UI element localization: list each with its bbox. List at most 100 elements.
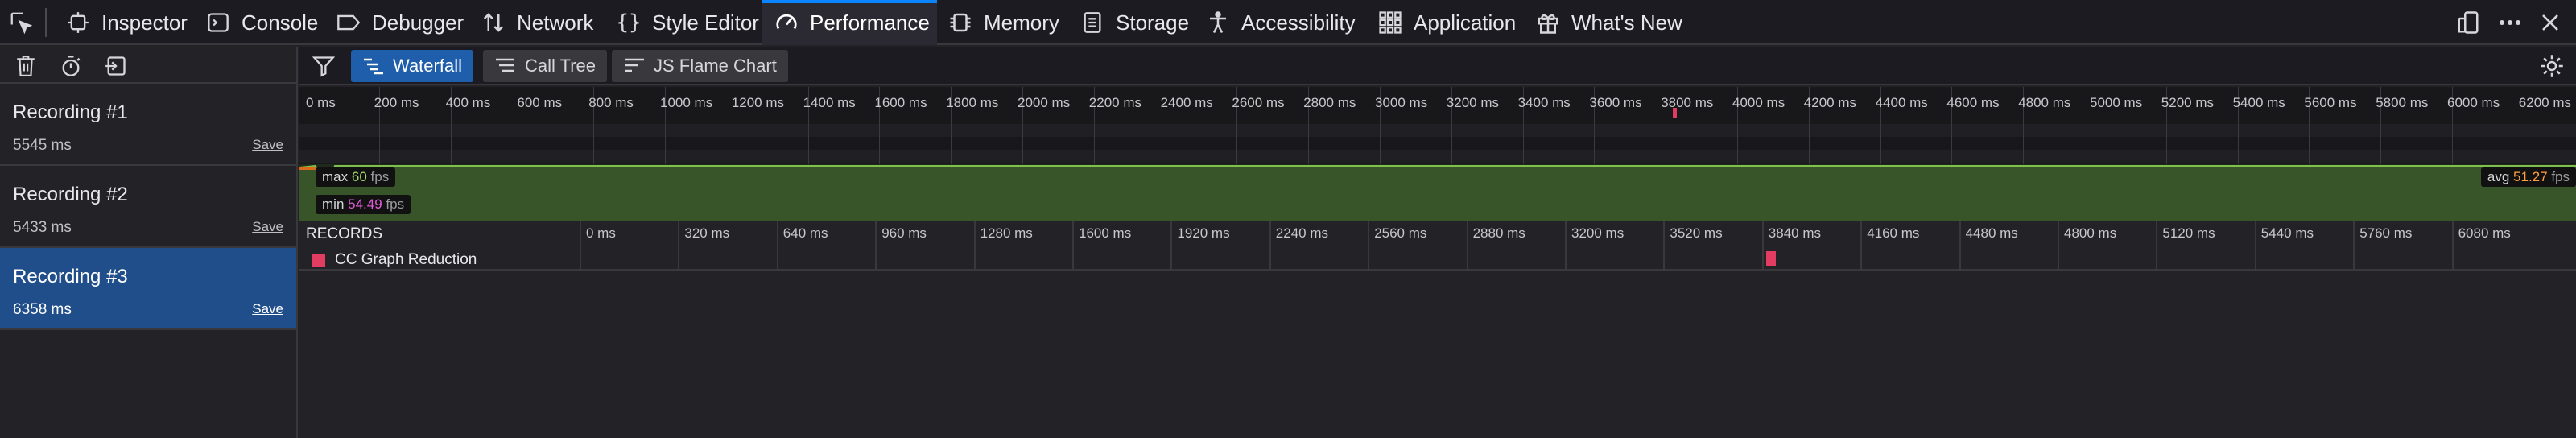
- overview-tick-label: 5600 ms: [2304, 95, 2357, 110]
- records-tick-label: 4160 ms: [1867, 225, 1920, 241]
- responsive-design-icon[interactable]: [2454, 8, 2483, 37]
- records-tick-label: 6080 ms: [2458, 225, 2511, 241]
- overview-tick-label: 1600 ms: [874, 95, 927, 110]
- recording-duration: 5545 ms: [13, 137, 72, 154]
- tab-style-editor[interactable]: {} Style Editor: [615, 0, 759, 45]
- inspector-icon: [64, 9, 92, 36]
- tab-application[interactable]: Application: [1377, 0, 1516, 45]
- overview-tick-label: 2000 ms: [1018, 95, 1071, 110]
- tab-call-tree-label: Call Tree: [525, 56, 597, 76]
- recordings-sidebar: Recording #1 5545 ms Save Recording #2 5…: [0, 47, 298, 438]
- fps-avg-badge: avg 51.27 fps: [2480, 167, 2576, 187]
- records-tick-label: 1920 ms: [1177, 225, 1230, 241]
- records-tick: [2353, 221, 2355, 271]
- fps-min-badge: min 54.49 fps: [316, 195, 411, 214]
- tab-storage[interactable]: Storage: [1079, 0, 1189, 45]
- overview-tick-label: 5800 ms: [2376, 95, 2429, 110]
- recording-title: Recording #1: [13, 101, 128, 123]
- records-tick-label: 3520 ms: [1670, 225, 1723, 241]
- tab-console-label: Console: [242, 10, 319, 35]
- import-icon[interactable]: [101, 52, 130, 81]
- tab-inspector[interactable]: Inspector: [64, 0, 188, 45]
- records-tick: [2156, 221, 2158, 271]
- fps-max-label: max: [322, 169, 349, 184]
- overview-tick-label: 0 ms: [306, 95, 336, 110]
- records-tick-label: 5440 ms: [2260, 225, 2314, 241]
- fps-unit: fps: [370, 169, 390, 184]
- tab-debugger[interactable]: Debugger: [335, 0, 464, 45]
- tab-call-tree[interactable]: Call Tree: [483, 50, 608, 82]
- tab-memory[interactable]: Memory: [947, 0, 1059, 45]
- records-tick: [1959, 221, 1961, 271]
- recording-item[interactable]: Recording #2 5433 ms Save: [0, 166, 296, 248]
- fps-max-value: 60: [351, 169, 367, 184]
- accessibility-icon: [1204, 9, 1232, 36]
- recording-title: Recording #3: [13, 266, 128, 287]
- records-tick: [875, 221, 877, 271]
- marker-bar[interactable]: [1766, 251, 1776, 266]
- fps-avg-label: avg: [2487, 169, 2510, 184]
- overview-tick-label: 3000 ms: [1375, 95, 1428, 110]
- overview-tick-label: 5400 ms: [2232, 95, 2285, 110]
- overview-tick-label: 4200 ms: [1803, 95, 1856, 110]
- element-picker-icon[interactable]: [6, 8, 35, 37]
- tab-console[interactable]: Console: [204, 0, 318, 45]
- fps-graph[interactable]: max 60 fps min 54.49 fps avg 51.27 fps: [299, 164, 2576, 221]
- records-tick: [1761, 221, 1764, 271]
- records-tick-label: 5120 ms: [2162, 225, 2215, 241]
- tab-waterfall[interactable]: Waterfall: [351, 50, 473, 82]
- close-icon[interactable]: [2536, 8, 2565, 37]
- more-options-icon[interactable]: [2496, 8, 2524, 37]
- tab-network-label: Network: [517, 10, 594, 35]
- recording-save-link[interactable]: Save: [252, 301, 283, 317]
- recording-item-selected[interactable]: Recording #3 6358 ms Save: [0, 248, 296, 330]
- tab-network[interactable]: Network: [480, 0, 593, 45]
- records-tick: [2254, 221, 2256, 271]
- records-tick-label: 960 ms: [881, 225, 927, 241]
- tab-debugger-label: Debugger: [372, 10, 464, 35]
- tab-js-flame-chart[interactable]: JS Flame Chart: [612, 50, 788, 82]
- overview-tick-label: 5200 ms: [2161, 95, 2214, 110]
- stopwatch-icon[interactable]: [56, 52, 85, 81]
- tab-performance[interactable]: Performance: [762, 0, 937, 45]
- toolbar-divider: [45, 8, 47, 37]
- tab-accessibility[interactable]: Accessibility: [1204, 0, 1356, 45]
- overview-tick-label: 3800 ms: [1661, 95, 1714, 110]
- records-tick: [1368, 221, 1370, 271]
- trash-icon[interactable]: [11, 52, 40, 81]
- records-waterfall: RECORDS CC Graph Reduction 0 ms 320 ms 640…: [299, 221, 2576, 438]
- fps-max-badge: max 60 fps: [316, 167, 396, 187]
- recording-save-link[interactable]: Save: [252, 219, 283, 235]
- overview-ruler[interactable]: 0 ms 200 ms 400 ms 600 ms 800 ms 1000 ms 1200 …: [299, 87, 2576, 164]
- waterfall-icon: [362, 55, 385, 77]
- overview-tick-label: 6000 ms: [2447, 95, 2500, 110]
- gear-icon[interactable]: [2537, 52, 2566, 81]
- records-tick-label: 3840 ms: [1768, 225, 1821, 241]
- marker-row-cc-graph-reduction[interactable]: CC Graph Reduction: [312, 251, 477, 269]
- overview-track: [299, 124, 2576, 137]
- overview-tick-label: 2200 ms: [1088, 95, 1141, 110]
- records-tick-label: 5760 ms: [2359, 225, 2413, 241]
- records-tick: [776, 221, 778, 271]
- records-tick: [2451, 221, 2454, 271]
- tab-accessibility-label: Accessibility: [1241, 10, 1356, 35]
- overview-tick-label: 3600 ms: [1589, 95, 1642, 110]
- filter-icon[interactable]: [309, 52, 338, 81]
- console-icon: [204, 9, 232, 36]
- tab-whats-new[interactable]: What's New: [1534, 0, 1682, 45]
- recording-duration: 5433 ms: [13, 219, 72, 236]
- records-tick-label: 2240 ms: [1275, 225, 1328, 241]
- view-toolbar: Waterfall Call Tree JS Flame Chart: [299, 47, 2576, 85]
- records-tick-label: 640 ms: [782, 225, 828, 241]
- memory-icon: [947, 9, 974, 36]
- call-tree-icon: [494, 55, 517, 77]
- network-icon: [480, 9, 507, 36]
- overview-tick-label: 2800 ms: [1303, 95, 1356, 110]
- records-tick-label: 320 ms: [684, 225, 730, 241]
- tab-js-flame-chart-label: JS Flame Chart: [654, 56, 777, 76]
- overview-marker: [1673, 108, 1677, 118]
- recording-save-link[interactable]: Save: [252, 137, 283, 153]
- recording-item[interactable]: Recording #1 5545 ms Save: [0, 84, 296, 166]
- overview-track: [299, 150, 2576, 163]
- fps-min-value: 54.49: [348, 196, 382, 212]
